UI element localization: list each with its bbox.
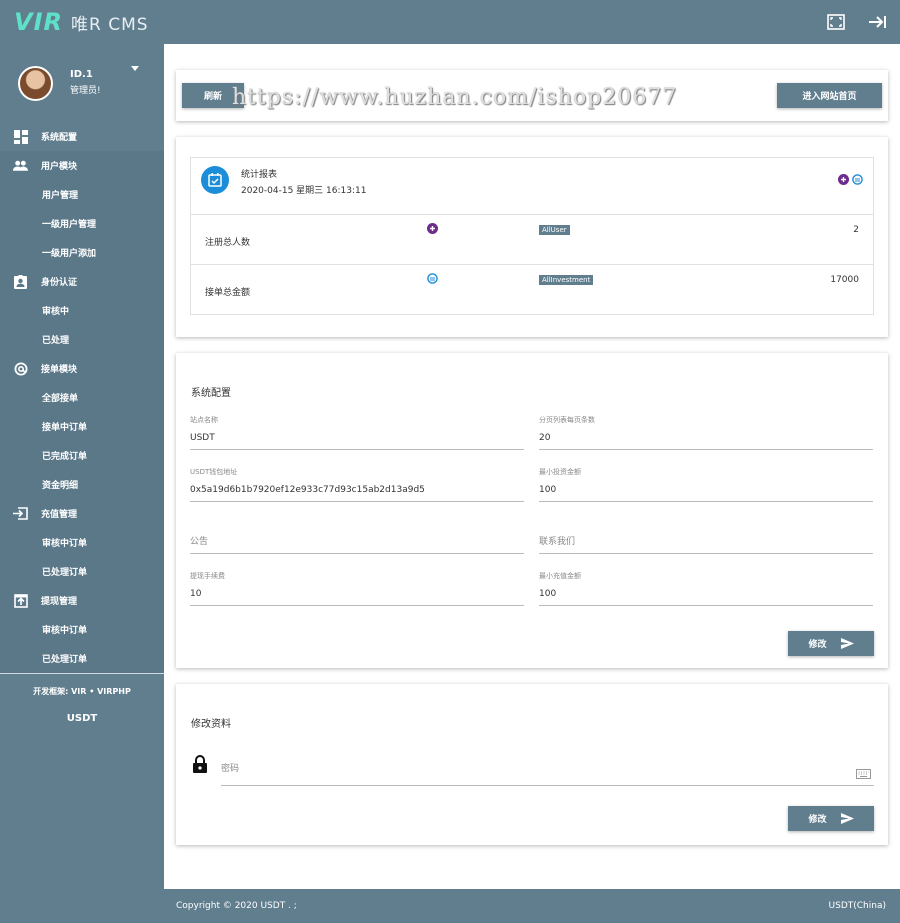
config-card: 系统配置 站点名称 USDT 分页列表每页条数 20 USDT钱包地址 0x5a… xyxy=(176,353,888,668)
sidebar-item-label: 提现管理 xyxy=(41,597,78,607)
sidebar-subitem[interactable]: 已完成订单 xyxy=(0,441,164,470)
page-size-field[interactable]: 分页列表每页条数 20 xyxy=(539,415,873,450)
id-badge-icon xyxy=(13,274,28,289)
stat-label: 接单总金额 xyxy=(205,288,251,298)
send-icon xyxy=(840,638,854,649)
site-name-value[interactable]: USDT xyxy=(190,427,524,449)
people-icon xyxy=(13,158,28,173)
sidebar-item-withdraw[interactable]: 提现管理 xyxy=(0,586,164,615)
watermark: https://www.huzhan.com/ishop20677 xyxy=(232,85,678,110)
sidebar-item-identity[interactable]: 身份认证 xyxy=(0,267,164,296)
site-name-field[interactable]: 站点名称 USDT xyxy=(190,415,524,450)
sidebar-footer: 开发框架: VIR • VIRPHP USDT xyxy=(0,673,164,724)
user-plus-icon xyxy=(427,223,438,237)
fullscreen-icon[interactable] xyxy=(826,12,846,32)
sidebar: ID.1 管理员! 系统配置 用户模块 用户管理 一级用户管理 一级用户添加 身… xyxy=(0,44,164,923)
sidebar-item-recharge[interactable]: 充值管理 xyxy=(0,499,164,528)
region: USDT(China) xyxy=(828,901,886,911)
wallet-address-value[interactable]: 0x5a19d6b1b7920ef12e933c77d93c15ab2d13a9… xyxy=(190,479,524,501)
sidebar-subitem[interactable]: 一级用户管理 xyxy=(0,209,164,238)
sidebar-brand: USDT xyxy=(66,713,98,724)
sidebar-subitem[interactable]: 用户管理 xyxy=(0,180,164,209)
framework-credit: 开发框架: VIR • VIRPHP xyxy=(33,687,131,696)
sidebar-item-label: 接单模块 xyxy=(41,365,78,375)
password-field[interactable]: 密码 xyxy=(221,754,874,786)
sidebar-item-users[interactable]: 用户模块 xyxy=(0,151,164,180)
profile-edit-card: 修改资料 密码 修改 xyxy=(176,684,888,845)
sidebar-subitem[interactable]: 资金明细 xyxy=(0,470,164,499)
logout-icon[interactable] xyxy=(868,12,888,32)
wallet-address-field[interactable]: USDT钱包地址 0x5a19d6b1b7920ef12e933c77d93c1… xyxy=(190,467,524,502)
copyright: Copyright © 2020 USDT . ; xyxy=(176,901,297,911)
sidebar-item-label: 用户模块 xyxy=(41,162,78,172)
config-title: 系统配置 xyxy=(191,388,231,399)
sidebar-item-label: 身份认证 xyxy=(41,278,78,288)
profile-role: 管理员! xyxy=(70,86,101,96)
stat-value: 17000 xyxy=(830,275,859,285)
brand-name: 唯R CMS xyxy=(70,15,149,35)
send-icon xyxy=(840,813,854,824)
notice-field[interactable]: 公告 xyxy=(190,519,524,554)
contact-placeholder[interactable]: 联系我们 xyxy=(539,531,873,553)
sidebar-subitem[interactable]: 已处理订单 xyxy=(0,557,164,586)
profile-submit-button[interactable]: 修改 xyxy=(788,806,874,831)
sidebar-subitem[interactable]: 已处理订单 xyxy=(0,644,164,673)
stats-card: 统计报表 2020-04-15 星期三 16:13:11 注册总人数 AllUs… xyxy=(176,137,888,337)
withdraw-fee-value[interactable]: 10 xyxy=(190,583,524,605)
min-invest-field[interactable]: 最小投资金额 100 xyxy=(539,467,873,502)
stats-title: 统计报表 xyxy=(241,170,278,180)
footer: Copyright © 2020 USDT . ; USDT(China) xyxy=(164,889,900,923)
coin-icon xyxy=(852,170,863,189)
user-plus-icon xyxy=(838,170,849,189)
profile-edit-title: 修改资料 xyxy=(191,719,231,730)
login-box-icon xyxy=(13,506,28,521)
main-content: 刷新 进入网站首页 https://www.huzhan.com/ishop20… xyxy=(164,44,900,889)
min-invest-value[interactable]: 100 xyxy=(539,479,873,501)
upload-box-icon xyxy=(13,593,28,608)
stat-badge: AllUser xyxy=(539,225,570,235)
notice-placeholder[interactable]: 公告 xyxy=(190,531,524,553)
stat-row-investment: 接单总金额 AllInvestment 17000 xyxy=(191,265,873,315)
brand-logo: VIR xyxy=(14,8,63,36)
page-size-value[interactable]: 20 xyxy=(539,427,873,449)
sidebar-subitem[interactable]: 审核中订单 xyxy=(0,615,164,644)
avatar xyxy=(18,65,53,101)
sidebar-item-system-config[interactable]: 系统配置 xyxy=(0,122,164,151)
password-placeholder[interactable]: 密码 xyxy=(221,754,874,785)
stat-row-users: 注册总人数 AllUser 2 xyxy=(191,215,873,265)
coin-icon xyxy=(427,273,438,287)
calendar-icon xyxy=(201,166,229,194)
sidebar-subitem[interactable]: 审核中订单 xyxy=(0,528,164,557)
contact-field[interactable]: 联系我们 xyxy=(539,519,873,554)
stat-label: 注册总人数 xyxy=(205,238,251,248)
home-button[interactable]: 进入网站首页 xyxy=(777,83,882,108)
keyboard-icon[interactable] xyxy=(856,764,871,783)
sidebar-subitem[interactable]: 全部接单 xyxy=(0,383,164,412)
sidebar-item-label: 充值管理 xyxy=(41,510,78,520)
at-icon xyxy=(13,361,28,376)
top-bar: VIR 唯R CMS xyxy=(0,0,900,44)
dashboard-icon xyxy=(13,129,28,144)
min-recharge-field[interactable]: 最小充值金额 100 xyxy=(539,571,873,606)
stat-badge: AllInvestment xyxy=(539,275,594,285)
sidebar-subitem[interactable]: 已处理 xyxy=(0,325,164,354)
lock-icon xyxy=(193,755,207,777)
sidebar-subitem[interactable]: 接单中订单 xyxy=(0,412,164,441)
brand[interactable]: VIR 唯R CMS xyxy=(0,8,149,36)
stat-value: 2 xyxy=(853,225,859,235)
sidebar-item-orders[interactable]: 接单模块 xyxy=(0,354,164,383)
min-recharge-value[interactable]: 100 xyxy=(539,583,873,605)
chevron-down-icon[interactable] xyxy=(131,66,139,71)
profile-id: ID.1 xyxy=(70,69,93,80)
profile: ID.1 管理员! xyxy=(0,44,164,122)
toolbar-card: 刷新 进入网站首页 https://www.huzhan.com/ishop20… xyxy=(176,70,888,121)
stats-date: 2020-04-15 星期三 16:13:11 xyxy=(241,186,367,196)
sidebar-subitem[interactable]: 审核中 xyxy=(0,296,164,325)
refresh-button[interactable]: 刷新 xyxy=(182,83,244,108)
config-submit-button[interactable]: 修改 xyxy=(788,631,874,656)
withdraw-fee-field[interactable]: 提现手续费 10 xyxy=(190,571,524,606)
sidebar-item-label: 系统配置 xyxy=(41,133,78,143)
sidebar-subitem[interactable]: 一级用户添加 xyxy=(0,238,164,267)
